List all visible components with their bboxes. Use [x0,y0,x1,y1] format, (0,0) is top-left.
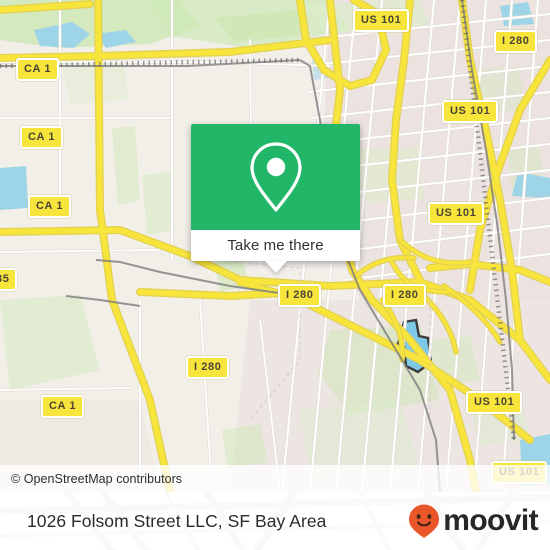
highway-shield[interactable]: I 280 [383,284,427,307]
location-popup-card[interactable]: Take me there [191,124,360,273]
place-title: 1026 Folsom Street LLC, SF Bay Area [27,510,327,531]
openstreetmap-attribution[interactable]: © OpenStreetMap contributors [0,472,182,486]
popup-header [191,124,360,230]
map-pin-icon [249,142,302,212]
highway-shield[interactable]: US 101 [428,202,485,225]
highway-shield[interactable]: CA 1 [41,395,85,418]
highway-shield[interactable]: CA 1 [28,195,72,218]
bottom-info-bar: 1026 Folsom Street LLC, SF Bay Area moov… [0,492,550,550]
map-attribution-bar: © OpenStreetMap contributors [0,465,550,492]
moovit-map-screenshot: .land { fill:#f2efe9; } .built { fill:#e… [0,0,550,550]
highway-shield[interactable]: I 280 [494,30,538,53]
highway-shield[interactable]: US 101 [353,9,410,32]
take-me-there-label: Take me there [227,237,324,254]
highway-shield[interactable]: I 280 [186,356,230,379]
highway-shield[interactable]: US 101 [442,100,499,123]
highway-shield[interactable]: CA 1 [16,58,60,81]
popup-pointer-tail [264,261,287,273]
highway-shield[interactable]: US 101 [466,391,523,414]
highway-shield[interactable]: I 280 [278,284,322,307]
moovit-smiley-pin-icon [409,504,440,538]
popup-action-row[interactable]: Take me there [191,230,360,261]
highway-shield[interactable]: 35 [0,268,18,291]
moovit-wordmark: moovit [443,504,538,537]
map-canvas[interactable]: .land { fill:#f2efe9; } .built { fill:#e… [0,0,550,492]
highway-shield[interactable]: CA 1 [20,126,64,149]
moovit-logo[interactable]: moovit [407,492,539,550]
